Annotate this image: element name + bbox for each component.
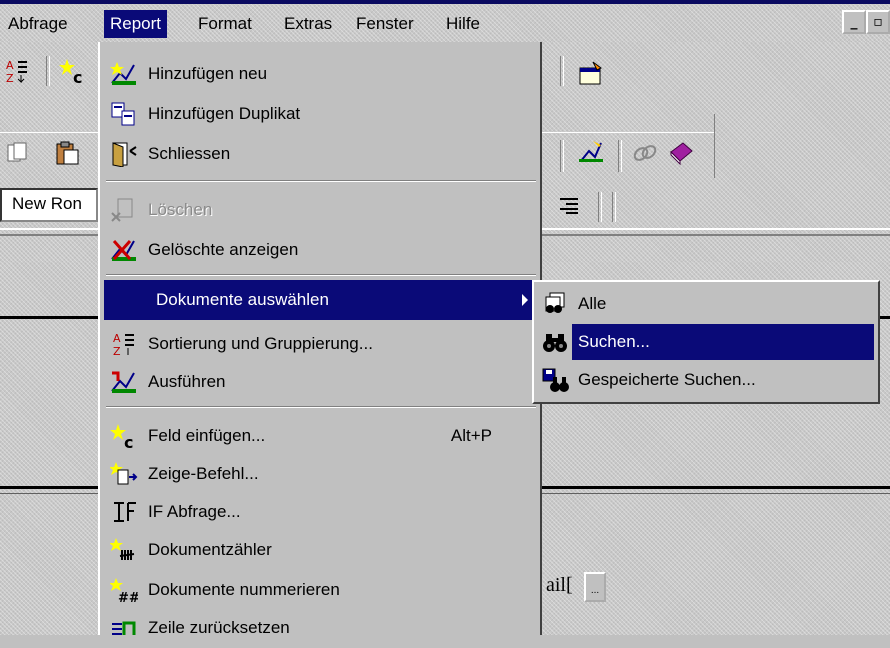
submenu-item-suchen[interactable]: Suchen... xyxy=(538,324,874,360)
toolbar-end xyxy=(712,114,715,178)
svg-text:A: A xyxy=(6,59,14,72)
report-menu: Hinzufügen neu Hinzufügen Duplikat Schli… xyxy=(98,42,542,637)
font-name-field[interactable]: New Ron xyxy=(0,188,98,222)
svg-text:c: c xyxy=(73,68,82,85)
sort-az-icon[interactable]: AZ xyxy=(0,54,34,88)
menu-format[interactable]: Format xyxy=(192,10,258,38)
menu-item-dokumentzaehler[interactable]: Dokumentzähler xyxy=(104,530,538,570)
menu-fenster[interactable]: Fenster xyxy=(350,10,420,38)
menu-item-ausfuehren[interactable]: Ausführen xyxy=(104,362,538,402)
svg-text:A: A xyxy=(113,332,121,345)
menu-hilfe[interactable]: Hilfe xyxy=(440,10,486,38)
book-icon[interactable] xyxy=(664,136,698,170)
saved-searches-icon xyxy=(538,364,572,396)
run-report-icon[interactable] xyxy=(574,136,608,170)
delete-report-icon xyxy=(106,195,142,225)
menu-separator xyxy=(106,274,536,276)
field-button[interactable]: ... xyxy=(584,572,606,602)
minimize-button[interactable]: _ xyxy=(842,10,866,34)
empty-icon-slot xyxy=(106,285,142,315)
menu-item-sortierung[interactable]: AZ Sortierung und Gruppierung... xyxy=(104,324,538,364)
binoculars-icon xyxy=(538,326,572,358)
menu-item-hinzufuegen-neu[interactable]: Hinzufügen neu xyxy=(104,54,538,94)
sort-az-icon: AZ xyxy=(106,329,142,359)
toolbar-separator xyxy=(560,56,564,86)
insert-field-icon[interactable]: c xyxy=(56,54,90,88)
shortcut-label: Alt+P xyxy=(450,426,492,445)
link-icon[interactable] xyxy=(628,136,662,170)
menu-item-geloeschte-anzeigen[interactable]: Gelöschte anzeigen xyxy=(104,230,538,270)
submenu-arrow-icon xyxy=(522,294,528,306)
toolbar-separator xyxy=(618,140,622,172)
duplicate-report-icon xyxy=(106,99,142,129)
document-text: ail[ xyxy=(546,574,573,596)
menu-item-feld-einfuegen[interactable]: c Feld einfügen... Alt+P xyxy=(104,416,538,456)
menu-report[interactable]: Report xyxy=(104,10,168,38)
menu-item-dokumente-auswaehlen[interactable]: Dokumente auswählen xyxy=(104,280,538,320)
reset-line-icon xyxy=(106,613,142,643)
properties-icon[interactable] xyxy=(574,56,608,90)
toolbar-separator xyxy=(46,56,50,86)
all-documents-icon xyxy=(538,288,572,320)
menu-separator xyxy=(106,406,536,408)
align-right-icon[interactable] xyxy=(552,188,586,222)
add-new-report-icon xyxy=(106,59,142,89)
menu-separator xyxy=(106,180,536,182)
menu-item-loeschen[interactable]: Löschen xyxy=(104,190,538,230)
menu-abfrage[interactable]: Abfrage xyxy=(2,10,74,38)
svg-text:Z: Z xyxy=(113,345,121,358)
menu-item-schliessen[interactable]: Schliessen xyxy=(104,134,538,174)
toolbar-separator xyxy=(598,192,602,222)
menu-item-zeile-zuruecksetzen[interactable]: Zeile zurücksetzen xyxy=(104,608,538,648)
window-controls: _ ▫ xyxy=(842,10,890,34)
copy-icon[interactable] xyxy=(0,136,34,170)
show-deleted-icon xyxy=(106,235,142,265)
menu-item-dokumente-nummerieren[interactable]: ## Dokumente nummerieren xyxy=(104,570,538,610)
close-report-icon xyxy=(106,139,142,169)
svg-text:Z: Z xyxy=(6,72,14,85)
toolbar-separator xyxy=(560,140,564,172)
menu-item-hinzufuegen-duplikat[interactable]: Hinzufügen Duplikat xyxy=(104,94,538,134)
svg-text:##: ## xyxy=(118,591,138,604)
documents-submenu: Alle Suchen... Gespeicherte Suchen... xyxy=(532,280,880,404)
menu-extras[interactable]: Extras xyxy=(278,10,338,38)
menu-item-zeige-befehl[interactable]: Zeige-Befehl... xyxy=(104,454,538,494)
number-documents-icon: ## xyxy=(106,575,142,605)
submenu-item-alle[interactable]: Alle xyxy=(538,286,874,322)
toolbar-separator xyxy=(612,192,616,222)
svg-text:c: c xyxy=(124,433,133,450)
insert-field-icon: c xyxy=(106,421,142,451)
submenu-item-gespeicherte-suchen[interactable]: Gespeicherte Suchen... xyxy=(538,362,874,398)
menu-item-if-abfrage[interactable]: IF Abfrage... xyxy=(104,492,538,532)
run-report-icon xyxy=(106,367,142,397)
document-counter-icon xyxy=(106,535,142,565)
show-command-icon xyxy=(106,459,142,489)
restore-button[interactable]: ▫ xyxy=(866,10,890,34)
menu-bar: Abfrage Report Format Extras Fenster Hil… xyxy=(0,4,890,42)
if-query-icon xyxy=(106,497,142,527)
paste-icon[interactable] xyxy=(50,136,84,170)
